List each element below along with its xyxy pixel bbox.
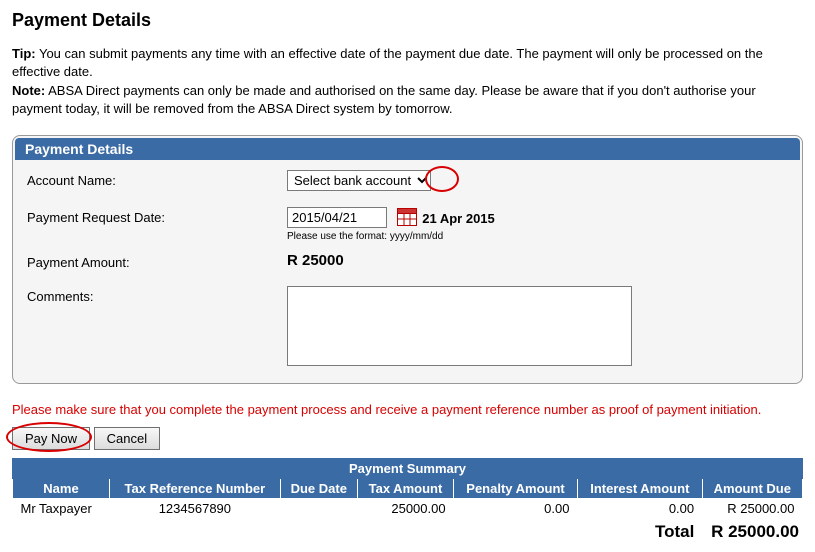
- request-date-row: Payment Request Date: 21 Apr 2015 Please…: [27, 207, 788, 242]
- table-row: Mr Taxpayer 1234567890 25000.00 0.00 0.0…: [13, 499, 803, 519]
- comments-textarea[interactable]: [287, 286, 632, 366]
- col-tax-ref: Tax Reference Number: [110, 479, 281, 499]
- account-name-select[interactable]: Select bank account: [287, 170, 431, 191]
- account-name-row: Account Name: Select bank account: [27, 170, 788, 191]
- note-text: ABSA Direct payments can only be made an…: [12, 83, 756, 116]
- account-name-label: Account Name:: [27, 170, 287, 188]
- payment-amount-label: Payment Amount:: [27, 252, 287, 270]
- warning-text: Please make sure that you complete the p…: [12, 402, 803, 417]
- intro-text: Tip: You can submit payments any time wi…: [12, 45, 803, 117]
- cell-penalty: 0.00: [454, 499, 578, 519]
- summary-header-row: Name Tax Reference Number Due Date Tax A…: [13, 479, 803, 499]
- calendar-icon[interactable]: [397, 208, 417, 229]
- col-penalty: Penalty Amount: [454, 479, 578, 499]
- col-due-date: Due Date: [280, 479, 357, 499]
- request-date-display: 21 Apr 2015: [422, 211, 495, 226]
- request-date-input[interactable]: [287, 207, 387, 228]
- col-tax-amount: Tax Amount: [357, 479, 453, 499]
- tip-label: Tip:: [12, 46, 36, 61]
- payment-amount-value: R 25000: [287, 252, 344, 269]
- comments-row: Comments:: [27, 286, 788, 369]
- date-format-hint: Please use the format: yyyy/mm/dd: [287, 231, 788, 242]
- tip-text: You can submit payments any time with an…: [12, 46, 763, 79]
- button-row: Pay Now Cancel: [12, 427, 803, 450]
- payment-amount-row: Payment Amount: R 25000: [27, 252, 788, 270]
- col-name: Name: [13, 479, 110, 499]
- pay-now-button[interactable]: Pay Now: [12, 427, 90, 450]
- total-label: Total: [655, 522, 694, 541]
- cell-tax-amount: 25000.00: [357, 499, 453, 519]
- panel-header: Payment Details: [15, 138, 800, 160]
- summary-title: Payment Summary: [13, 459, 803, 479]
- summary-total-row: Total R 25000.00: [12, 518, 803, 542]
- col-interest: Interest Amount: [577, 479, 702, 499]
- comments-label: Comments:: [27, 286, 287, 304]
- cell-due-date: [280, 499, 357, 519]
- cell-interest: 0.00: [577, 499, 702, 519]
- cell-tax-ref: 1234567890: [110, 499, 281, 519]
- payment-summary-table: Payment Summary Name Tax Reference Numbe…: [12, 458, 803, 518]
- cancel-button[interactable]: Cancel: [94, 427, 160, 450]
- total-value: R 25000.00: [711, 522, 799, 541]
- cell-amount-due: R 25000.00: [702, 499, 802, 519]
- request-date-label: Payment Request Date:: [27, 207, 287, 225]
- col-amount-due: Amount Due: [702, 479, 802, 499]
- page-title: Payment Details: [12, 10, 803, 31]
- payment-details-panel: Payment Details Account Name: Select ban…: [12, 135, 803, 384]
- cell-name: Mr Taxpayer: [13, 499, 110, 519]
- note-label: Note:: [12, 83, 45, 98]
